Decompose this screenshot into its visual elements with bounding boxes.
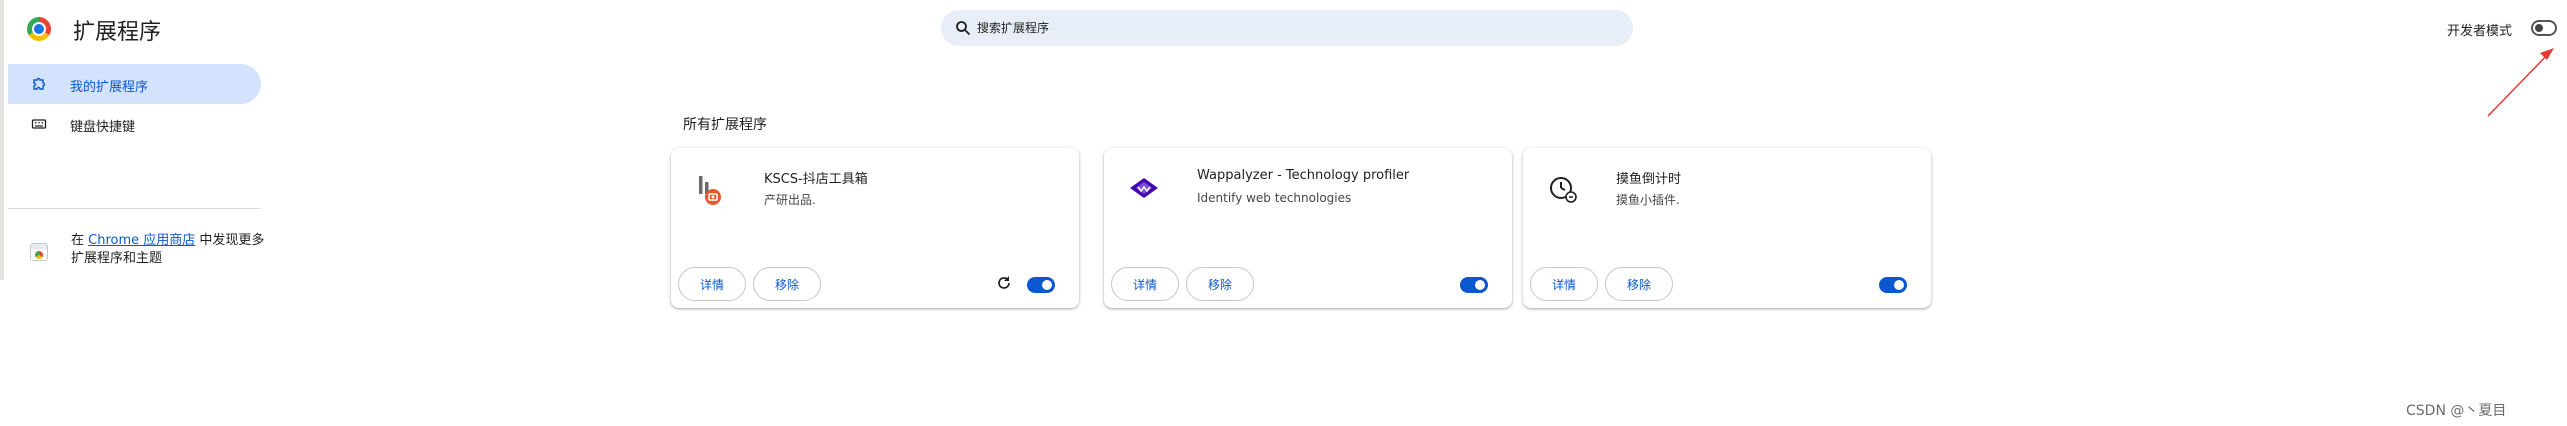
header: 扩展程序 开发者模式 <box>0 0 2567 56</box>
reload-icon[interactable] <box>995 274 1013 292</box>
extension-description: Identify web technologies <box>1197 191 1352 205</box>
remove-button[interactable]: 移除 <box>1605 267 1673 301</box>
sidebar: 我的扩展程序 键盘快捷键 在 Chrome 应用商店 中发现更多扩展程序和主题 <box>0 60 270 266</box>
extension-card-wappalyzer: Wappalyzer - Technology profiler Identif… <box>1104 148 1512 308</box>
page-title: 扩展程序 <box>73 20 162 45</box>
sidebar-item-my-extensions[interactable]: 我的扩展程序 <box>8 64 261 104</box>
toggle-knob <box>1042 280 1052 290</box>
extension-enable-toggle[interactable] <box>1027 277 1055 293</box>
wappalyzer-extension-icon <box>1130 178 1158 198</box>
extension-name: KSCS-抖店工具箱 <box>764 172 868 187</box>
extension-enable-toggle[interactable] <box>1460 277 1488 293</box>
kscs-extension-icon <box>699 176 721 205</box>
sidebar-item-keyboard-shortcuts[interactable]: 键盘快捷键 <box>8 104 261 144</box>
search-bar[interactable] <box>941 10 1633 46</box>
extension-name: 摸鱼倒计时 <box>1616 172 1682 187</box>
extension-card-countdown: 摸鱼倒计时 摸鱼小插件. 详情 移除 <box>1523 148 1931 308</box>
details-button[interactable]: 详情 <box>678 267 746 301</box>
details-button[interactable]: 详情 <box>1530 267 1598 301</box>
chrome-web-store-link[interactable]: Chrome 应用商店 <box>88 233 195 248</box>
watermark: CSDN @丶夏目 <box>2406 403 2507 419</box>
extension-enable-toggle[interactable] <box>1879 277 1907 293</box>
countdown-timer-icon <box>1550 177 1577 203</box>
toggle-knob <box>1894 280 1904 290</box>
search-icon <box>956 21 971 36</box>
sidebar-item-label: 键盘快捷键 <box>70 120 136 135</box>
extension-description: 摸鱼小插件. <box>1616 193 1680 207</box>
divider <box>8 208 261 209</box>
extension-description: 产研出品. <box>764 193 816 207</box>
chrome-logo-icon <box>27 17 51 41</box>
web-store-icon <box>30 243 48 261</box>
remove-button[interactable]: 移除 <box>1186 267 1254 301</box>
toggle-knob <box>2535 24 2543 32</box>
details-button[interactable]: 详情 <box>1111 267 1179 301</box>
keyboard-icon <box>31 119 47 129</box>
puzzle-icon <box>33 77 46 90</box>
extension-card-kscs: KSCS-抖店工具箱 产研出品. 详情 移除 <box>671 148 1079 308</box>
search-input[interactable] <box>975 10 1615 46</box>
developer-mode-label: 开发者模式 <box>2447 24 2513 39</box>
developer-mode-toggle[interactable] <box>2531 20 2557 36</box>
toggle-knob <box>1475 280 1485 290</box>
section-title: 所有扩展程序 <box>683 117 767 133</box>
sidebar-item-label: 我的扩展程序 <box>70 80 149 95</box>
web-store-promo: 在 Chrome 应用商店 中发现更多扩展程序和主题 <box>71 233 265 266</box>
extension-name: Wappalyzer - Technology profiler <box>1197 168 1410 183</box>
remove-button[interactable]: 移除 <box>753 267 821 301</box>
annotation-arrow-icon <box>2487 48 2554 117</box>
